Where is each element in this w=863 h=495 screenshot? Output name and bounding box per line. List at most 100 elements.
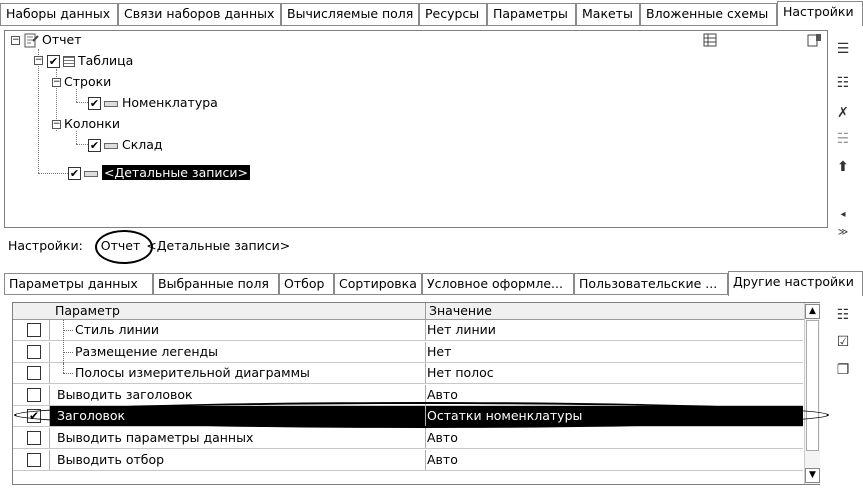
row-value[interactable]: Авто <box>427 428 458 448</box>
column-separator <box>425 341 426 362</box>
move-icon[interactable]: ☵ <box>834 130 852 148</box>
breadcrumb-detail[interactable]: <Детальные записи> <box>146 238 290 253</box>
move-up-icon[interactable]: ⬆ <box>834 158 852 176</box>
tree-node-warehouse[interactable]: ✔ Склад <box>88 136 163 154</box>
header-checkbox-cell <box>13 303 49 320</box>
tab-sorting[interactable]: Сортировка <box>334 273 422 295</box>
tree-connector <box>63 363 64 374</box>
row-value[interactable]: Нет полос <box>427 363 494 383</box>
tab-resources[interactable]: Ресурсы <box>419 3 487 25</box>
tab-filter[interactable]: Отбор <box>279 273 334 295</box>
expand-panel-icon[interactable]: ◂ ≫ <box>834 206 852 238</box>
row-value[interactable]: Авто <box>427 450 458 470</box>
tree-connector <box>38 49 39 173</box>
table-checkbox[interactable]: ✔ <box>47 55 60 68</box>
tree-node-nomenclature-label: Номенклатура <box>122 95 218 110</box>
settings-label: Настройки: <box>8 238 83 253</box>
table-row[interactable]: Размещение легенды Нет <box>13 341 803 363</box>
row-parameter-name: Выводить заголовок <box>57 386 193 402</box>
row-checkbox[interactable] <box>27 452 41 467</box>
column-separator <box>425 449 426 470</box>
table-row[interactable]: Выводить параметры данных Авто <box>13 428 803 449</box>
tree-connector <box>38 173 68 174</box>
tree-node-columns[interactable]: Колонки <box>64 115 120 133</box>
table-row[interactable]: Полосы измерительной диаграммы Нет полос <box>13 363 803 385</box>
collapse-toggle[interactable]: − <box>52 120 61 129</box>
tab-conditional-formatting[interactable]: Условное оформле... <box>422 273 574 295</box>
row-parameter-name: Размещение легенды <box>75 343 219 359</box>
tree-connector <box>63 330 73 331</box>
tab-user-fields[interactable]: Пользовательские ... <box>574 273 728 295</box>
copy-icon[interactable]: ❐ <box>834 361 852 379</box>
tab-calculated-fields[interactable]: Вычисляемые поля <box>281 3 419 25</box>
header-parameter[interactable]: Параметр <box>49 303 425 320</box>
row-parameter-name: Выводить отбор <box>57 451 165 467</box>
properties-icon[interactable] <box>807 33 823 47</box>
structure-tree[interactable]: − Отчет − ✔ Таблица − Строки ✔ Номенклатур… <box>4 30 828 228</box>
row-checkbox[interactable] <box>27 344 41 359</box>
grid-icon[interactable] <box>702 33 718 47</box>
row-parameter-name: Стиль линии <box>75 322 159 337</box>
field-icon <box>104 100 118 107</box>
warehouse-checkbox[interactable]: ✔ <box>88 139 101 152</box>
tree-node-nomenclature[interactable]: ✔ Номенклатура <box>88 94 218 112</box>
highlight-oval <box>14 402 829 428</box>
settings-tabbar: Параметры данных Выбранные поля Отбор Со… <box>4 271 863 296</box>
delete-icon[interactable]: ✗ <box>834 104 852 122</box>
row-checkbox[interactable] <box>27 366 41 381</box>
tab-selected-fields[interactable]: Выбранные поля <box>153 273 279 295</box>
add-field-icon[interactable]: ☷ <box>834 74 852 92</box>
tree-node-report[interactable]: Отчет <box>24 31 81 49</box>
collapse-toggle[interactable]: − <box>34 56 43 65</box>
tree-node-rows[interactable]: Строки <box>64 73 111 91</box>
table-row[interactable]: Стиль линии Нет линии <box>13 320 803 341</box>
column-separator <box>49 320 50 340</box>
edit-icon[interactable]: ☷ <box>834 306 852 324</box>
tab-dataset-links[interactable]: Связи наборов данных <box>118 3 281 25</box>
tree-node-rows-label: Строки <box>64 74 112 89</box>
tab-settings[interactable]: Настройки <box>777 1 863 26</box>
scroll-down-button[interactable]: ▼ <box>805 468 820 483</box>
tab-layouts[interactable]: Макеты <box>576 3 640 25</box>
column-separator <box>49 384 50 405</box>
field-icon <box>84 170 98 177</box>
tree-connector <box>76 102 88 103</box>
column-separator <box>425 363 426 384</box>
table-icon <box>63 56 75 67</box>
scroll-up-button[interactable]: ▲ <box>805 304 820 319</box>
column-separator <box>49 428 50 448</box>
column-separator <box>49 341 50 362</box>
collapse-toggle[interactable]: − <box>11 36 20 45</box>
header-value[interactable]: Значение <box>425 303 804 320</box>
row-value[interactable]: Нет <box>427 342 451 362</box>
nomenclature-checkbox[interactable]: ✔ <box>88 97 101 110</box>
highlight-oval <box>95 230 153 264</box>
add-group-icon[interactable]: ☰ <box>834 40 852 58</box>
top-tabbar: Наборы данных Связи наборов данных Вычис… <box>0 0 863 26</box>
collapse-toggle[interactable]: − <box>52 78 61 87</box>
column-separator <box>425 428 426 448</box>
column-separator <box>425 320 426 340</box>
tree-node-report-label: Отчет <box>42 32 82 47</box>
detail-checkbox[interactable]: ✔ <box>68 167 81 180</box>
tree-node-table[interactable]: ✔ Таблица <box>47 52 133 70</box>
row-checkbox[interactable] <box>27 431 41 445</box>
tab-data-parameters[interactable]: Параметры данных <box>4 273 153 295</box>
table-row[interactable]: Выводить отбор Авто <box>13 449 803 471</box>
vertical-scrollbar[interactable]: ▲ ▼ <box>804 303 820 484</box>
tab-datasets[interactable]: Наборы данных <box>0 3 118 25</box>
tree-connector <box>63 373 73 375</box>
row-checkbox[interactable] <box>27 323 41 337</box>
scroll-thumb[interactable] <box>806 320 819 451</box>
tree-node-detail-records[interactable]: ✔ <Детальные записи> <box>68 164 251 182</box>
check-all-icon[interactable]: ☑ <box>834 333 852 351</box>
row-value[interactable]: Нет линии <box>427 320 496 340</box>
tab-other-settings[interactable]: Другие настройки <box>728 271 863 296</box>
tree-connector <box>76 144 88 145</box>
column-separator <box>49 363 50 384</box>
field-icon <box>104 142 118 149</box>
tree-node-columns-label: Колонки <box>64 116 121 131</box>
tab-nested-schemas[interactable]: Вложенные схемы <box>640 3 777 25</box>
row-checkbox[interactable] <box>27 387 41 402</box>
tab-parameters[interactable]: Параметры <box>487 3 576 25</box>
